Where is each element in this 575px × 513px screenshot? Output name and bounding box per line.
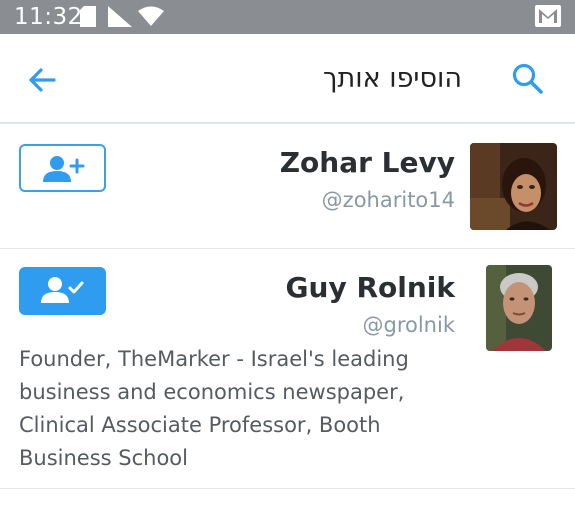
sim-card-icon <box>80 6 96 27</box>
user-handle: @zoharito14 <box>321 188 455 212</box>
signal-icon <box>108 6 132 27</box>
wifi-icon <box>138 6 164 26</box>
follow-button[interactable] <box>19 144 106 192</box>
avatar[interactable] <box>470 143 557 230</box>
search-button[interactable] <box>511 62 547 98</box>
page-title: הוסיפו אותך <box>322 63 462 94</box>
search-icon <box>512 63 543 94</box>
gmail-icon <box>535 5 561 27</box>
user-handle: @grolnik <box>362 313 456 337</box>
avatar[interactable] <box>486 265 552 351</box>
status-time: 11:32 <box>14 4 83 30</box>
list-item[interactable]: Zohar Levy @zoharito14 <box>0 126 575 249</box>
status-bar: 11:32 <box>0 0 575 34</box>
user-following-icon <box>41 277 84 303</box>
user-name[interactable]: Zohar Levy <box>280 146 455 179</box>
user-name[interactable]: Guy Rolnik <box>286 271 455 304</box>
following-button[interactable] <box>19 267 106 315</box>
add-user-icon <box>43 156 85 182</box>
user-bio: Founder, TheMarker - Israel's leading bu… <box>19 347 409 470</box>
list-item[interactable]: Guy Rolnik @grolnik Founder, TheMarker -… <box>0 249 575 489</box>
user-list: Zohar Levy @zoharito14 Guy Rolnik @groln… <box>0 126 575 489</box>
app-bar: הוסיפו אותך <box>0 34 575 124</box>
